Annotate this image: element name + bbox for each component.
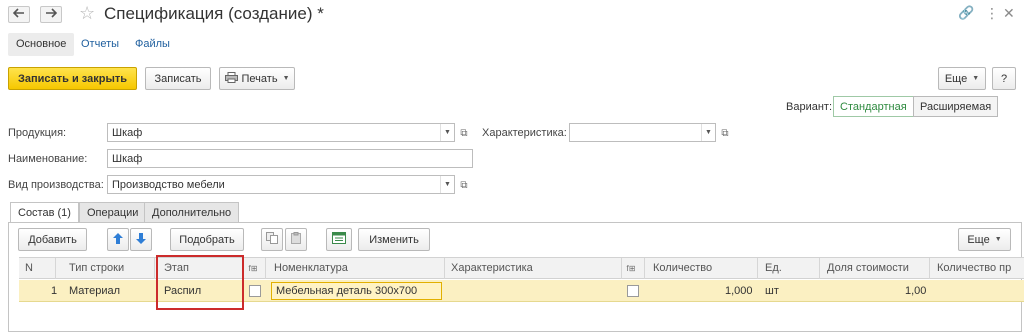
product-field[interactable]: Шкаф <box>107 123 455 142</box>
column-row-type[interactable]: Тип строки <box>69 262 124 274</box>
add-label: Добавить <box>28 233 77 246</box>
close-icon[interactable]: ✕ <box>1003 5 1015 22</box>
forward-button[interactable] <box>40 6 62 23</box>
tab-composition[interactable]: Состав (1) <box>10 202 79 224</box>
chevron-down-icon: ▼ <box>972 75 980 82</box>
paste-icon <box>290 232 302 247</box>
characteristic-label: Характеристика: <box>482 127 567 139</box>
name-field[interactable]: Шкаф <box>107 149 473 168</box>
name-label: Наименование: <box>8 153 88 165</box>
more-label: Еще <box>944 72 968 85</box>
page-title: Спецификация (создание) * <box>104 4 324 23</box>
column-cost-share[interactable]: Доля стоимости <box>827 262 909 274</box>
production-type-label: Вид производства: <box>8 179 104 191</box>
production-type-dropdown-icon[interactable]: ▼ <box>440 176 454 193</box>
stage-highlight <box>156 255 244 310</box>
tab-files[interactable]: Файлы <box>135 38 170 50</box>
chevron-down-icon: ▼ <box>282 75 290 82</box>
variant-standard-button[interactable]: Стандартная <box>833 96 914 117</box>
formula-icon: f⊞ <box>626 263 636 273</box>
tab-reports[interactable]: Отчеты <box>81 38 119 50</box>
open-icon[interactable]: ⧉ <box>457 126 471 140</box>
formula-icon: f⊞ <box>248 263 258 273</box>
cell-unit[interactable]: шт <box>765 285 779 297</box>
variant-extended-button[interactable]: Расширяемая <box>913 96 999 117</box>
row-checkbox[interactable] <box>627 285 639 297</box>
tab-main[interactable]: Основное <box>8 33 75 56</box>
change-label: Изменить <box>369 233 419 246</box>
save-close-button[interactable]: Записать и закрыть <box>8 67 137 90</box>
arrow-up-icon <box>113 232 123 247</box>
save-close-label: Записать и закрыть <box>17 72 128 85</box>
product-dropdown-icon[interactable]: ▼ <box>440 124 454 141</box>
column-quantity-pr[interactable]: Количество пр <box>937 262 1011 274</box>
fill-button[interactable] <box>326 228 352 251</box>
star-icon[interactable]: ☆ <box>79 3 95 24</box>
product-label: Продукция: <box>8 127 67 139</box>
move-up-button[interactable] <box>107 228 129 251</box>
product-value: Шкаф <box>112 127 143 139</box>
column-unit[interactable]: Ед. <box>765 262 782 274</box>
production-type-field[interactable]: Производство мебели <box>107 175 455 194</box>
back-button[interactable] <box>8 6 30 23</box>
open-icon[interactable]: ⧉ <box>457 178 471 192</box>
help-button[interactable]: ? <box>992 67 1016 90</box>
cell-quantity[interactable]: 1,000 <box>725 285 753 297</box>
row-checkbox[interactable] <box>249 285 261 297</box>
cell-n: 1 <box>51 285 58 297</box>
move-down-button[interactable] <box>130 228 152 251</box>
printer-icon <box>224 71 238 86</box>
column-nomenclature[interactable]: Номенклатура <box>274 262 348 274</box>
pick-label: Подобрать <box>179 233 235 246</box>
tab-operations[interactable]: Операции <box>79 202 147 223</box>
print-button[interactable]: Печать ▼ <box>219 67 295 90</box>
link-icon[interactable]: 🔗 <box>958 5 974 21</box>
table-fill-icon <box>332 232 346 247</box>
table-more-button[interactable]: Еще ▼ <box>958 228 1011 251</box>
print-label: Печать <box>241 72 278 85</box>
characteristic-field[interactable] <box>569 123 716 142</box>
cell-cost-share[interactable]: 1,00 <box>905 285 926 297</box>
copy-button[interactable] <box>261 228 283 251</box>
cell-nomenclature: Мебельная деталь 300х700 <box>276 285 418 297</box>
chevron-down-icon: ▼ <box>994 236 1002 243</box>
copy-icon <box>266 232 278 247</box>
variant-label: Вариант: <box>786 101 833 113</box>
column-quantity[interactable]: Количество <box>653 262 712 274</box>
pick-button[interactable]: Подобрать <box>170 228 244 251</box>
column-characteristic[interactable]: Характеристика <box>451 262 533 274</box>
characteristic-dropdown-icon[interactable]: ▼ <box>701 124 715 141</box>
arrow-left-icon <box>12 8 25 21</box>
cell-row-type[interactable]: Материал <box>69 285 120 297</box>
open-icon[interactable]: ⧉ <box>718 126 732 140</box>
add-button[interactable]: Добавить <box>18 228 87 251</box>
arrow-down-icon <box>136 232 146 247</box>
help-label: ? <box>1000 72 1008 85</box>
more-button[interactable]: Еще ▼ <box>938 67 986 90</box>
change-button[interactable]: Изменить <box>358 228 430 251</box>
paste-button[interactable] <box>285 228 307 251</box>
save-button[interactable]: Записать <box>145 67 211 90</box>
production-type-value: Производство мебели <box>112 179 225 191</box>
name-value: Шкаф <box>112 153 143 165</box>
more-icon[interactable]: ⋮ <box>985 5 999 22</box>
save-label: Записать <box>154 72 202 85</box>
tab-additional[interactable]: Дополнительно <box>144 202 240 223</box>
nomenclature-input[interactable]: Мебельная деталь 300х700 <box>271 282 442 300</box>
arrow-right-icon <box>45 8 58 21</box>
column-n[interactable]: N <box>25 262 33 274</box>
table-more-label: Еще <box>967 233 990 246</box>
